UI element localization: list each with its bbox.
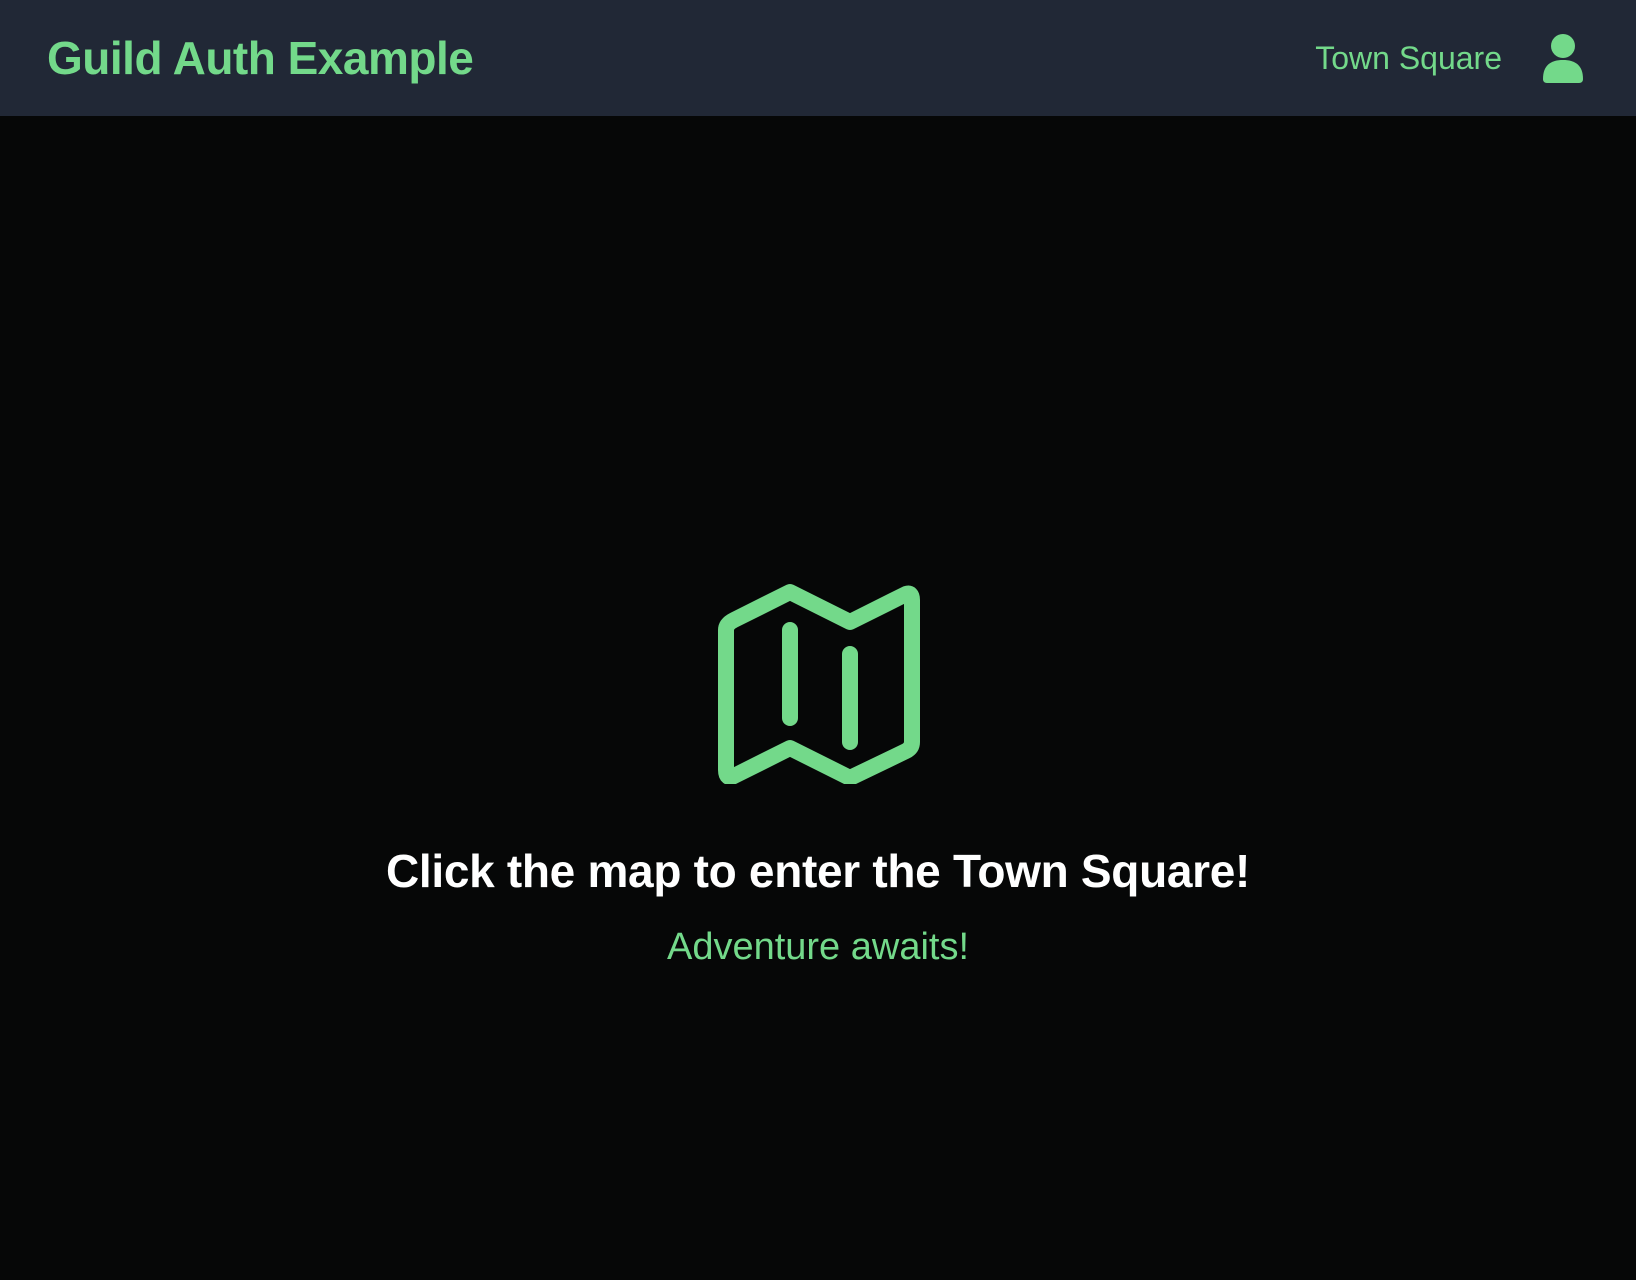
map-icon bbox=[718, 584, 920, 784]
page: Guild Auth Example Town Square Click the… bbox=[0, 0, 1636, 1280]
user-icon bbox=[1543, 34, 1583, 83]
brand-link[interactable]: Guild Auth Example bbox=[47, 31, 474, 85]
hero-subtitle: Adventure awaits! bbox=[666, 926, 970, 968]
hero-title: Click the map to enter the Town Square! bbox=[385, 845, 1251, 897]
user-menu-button[interactable] bbox=[1538, 30, 1588, 86]
navbar: Guild Auth Example Town Square bbox=[0, 0, 1636, 116]
map-link[interactable] bbox=[708, 576, 928, 786]
nav-right: Town Square bbox=[1315, 30, 1588, 86]
nav-link-town-square[interactable]: Town Square bbox=[1315, 40, 1502, 77]
hero: Click the map to enter the Town Square! … bbox=[0, 116, 1636, 1280]
